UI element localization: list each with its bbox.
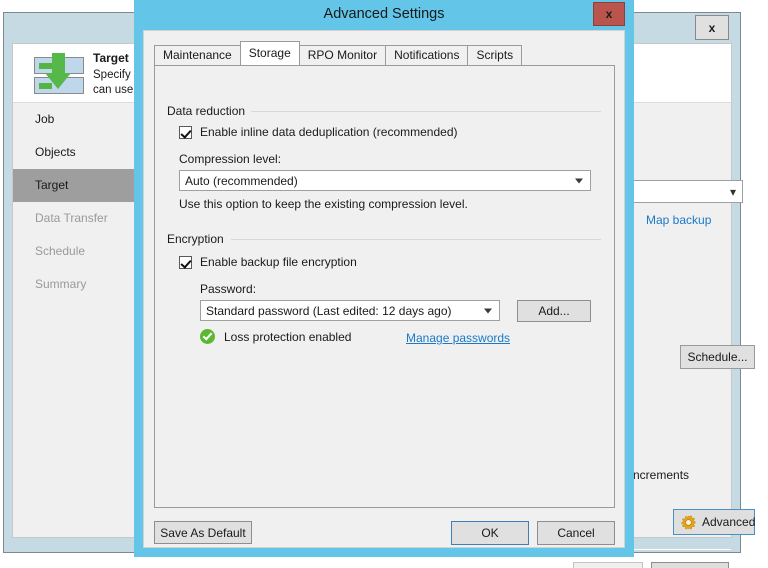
map-backup-link[interactable]: Map backup [646, 213, 711, 227]
chevron-down-icon [484, 308, 492, 313]
password-value: Standard password (Last edited: 12 days … [206, 303, 452, 318]
dialog-tabstrip: Maintenance Storage RPO Monitor Notifica… [154, 41, 523, 65]
password-label: Password: [200, 282, 257, 296]
tab-rpo-monitor[interactable]: RPO Monitor [298, 45, 387, 65]
sidebar-item-job[interactable]: Job [13, 103, 143, 136]
sidebar-item-objects[interactable]: Objects [13, 136, 143, 169]
group-rule-encryption [231, 239, 601, 240]
gear-icon [681, 514, 696, 530]
tab-scripts[interactable]: Scripts [467, 45, 523, 65]
wizard-step-nav: Job Objects Target Data Transfer Schedul… [13, 103, 143, 537]
sidebar-item-target[interactable]: Target [13, 169, 143, 202]
group-label-encryption: Encryption [167, 232, 230, 246]
wizard-step-title: Target [93, 51, 129, 65]
compression-level-select[interactable]: Auto (recommended) [179, 170, 591, 191]
screen: x Target Specify thi can use m Job Objec… [0, 0, 768, 568]
group-rule-data-reduction [251, 111, 601, 112]
advanced-settings-dialog: Advanced Settings x Maintenance Storage … [134, 0, 634, 557]
tab-maintenance[interactable]: Maintenance [154, 45, 241, 65]
encryption-checkbox-label: Enable backup file encryption [200, 255, 357, 269]
compression-level-label: Compression level: [179, 152, 282, 166]
add-password-button[interactable]: Add... [517, 300, 591, 322]
encryption-checkbox[interactable] [179, 255, 192, 269]
advanced-button-label: Advanced [702, 515, 756, 529]
check-circle-icon [200, 329, 215, 344]
manage-passwords-link[interactable]: Manage passwords [406, 331, 510, 345]
compression-level-value: Auto (recommended) [185, 173, 298, 188]
tab-storage[interactable]: Storage [239, 41, 300, 65]
sidebar-item-summary[interactable]: Summary [13, 268, 143, 301]
sidebar-item-data-transfer[interactable]: Data Transfer [13, 202, 143, 235]
encryption-checkbox-row[interactable]: Enable backup file encryption [179, 255, 357, 269]
tab-notifications[interactable]: Notifications [385, 45, 469, 65]
wizard-cancel-button[interactable]: Cancel [651, 562, 729, 568]
chevron-down-icon [575, 178, 583, 183]
dedup-checkbox-row[interactable]: Enable inline data deduplication (recomm… [179, 125, 458, 139]
group-label-data-reduction: Data reduction [167, 104, 252, 118]
advanced-button[interactable]: Advanced [673, 509, 755, 535]
save-as-default-button[interactable]: Save As Default [154, 521, 252, 544]
dialog-close-button[interactable]: x [593, 2, 625, 26]
previous-button[interactable] [573, 562, 643, 568]
ok-button[interactable]: OK [451, 521, 529, 545]
dedup-checkbox-label: Enable inline data deduplication (recomm… [200, 125, 458, 139]
dedup-checkbox[interactable] [179, 125, 192, 139]
dialog-body: Maintenance Storage RPO Monitor Notifica… [143, 30, 625, 548]
download-target-icon [30, 53, 86, 96]
storage-tab-panel: Data reduction Enable inline data dedupl… [154, 65, 615, 508]
dialog-cancel-button[interactable]: Cancel [537, 521, 615, 545]
dialog-title: Advanced Settings [323, 6, 445, 22]
chevron-down-icon: ▾ [729, 185, 736, 199]
wizard-close-button[interactable]: x [695, 15, 729, 40]
schedule-button[interactable]: Schedule... [680, 345, 755, 369]
loss-protection-status: Loss protection enabled [200, 329, 351, 344]
loss-protection-label: Loss protection enabled [224, 329, 352, 344]
sidebar-item-schedule[interactable]: Schedule [13, 235, 143, 268]
password-select[interactable]: Standard password (Last edited: 12 days … [200, 300, 500, 321]
compression-hint: Use this option to keep the existing com… [179, 197, 468, 211]
